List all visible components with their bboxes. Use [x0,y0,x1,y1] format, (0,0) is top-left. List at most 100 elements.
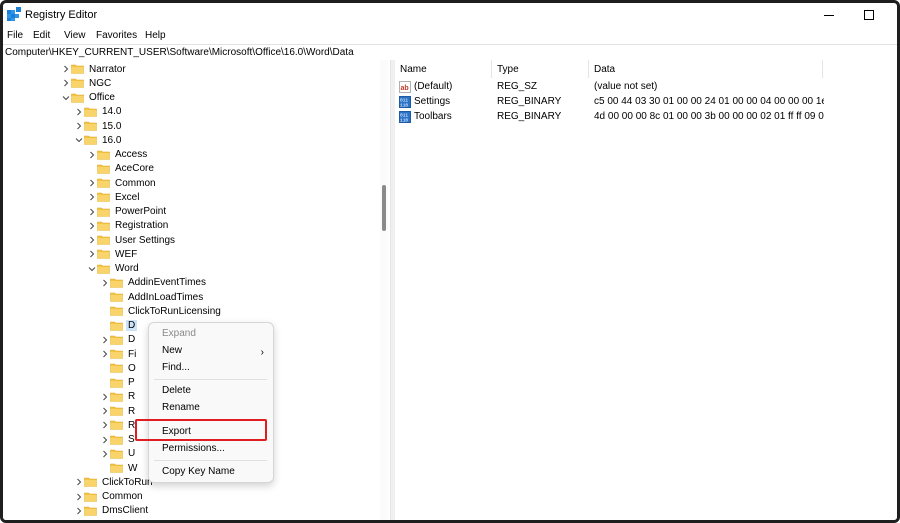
tree-item[interactable]: NGC [60,76,113,90]
folder-icon [110,378,123,388]
chevron-right-icon[interactable] [99,418,110,432]
value-data: c5 00 44 03 30 01 00 00 24 01 00 00 04 0… [594,96,824,107]
tree-item[interactable]: WEF [86,247,139,261]
chevron-right-icon[interactable] [86,233,97,247]
tree-item[interactable]: D [99,333,137,347]
tree-item[interactable]: User Settings [86,233,177,247]
chevron-right-icon[interactable] [99,447,110,461]
column-header-type[interactable]: Type [492,60,589,78]
tree-item-label: Common [102,491,143,502]
value-row-toolbars[interactable]: 011 110 Toolbars REG_BINARY 4d 00 00 00 8… [395,110,895,125]
chevron-right-icon[interactable] [86,219,97,233]
tree-item[interactable]: Common [73,490,145,504]
chevron-right-icon[interactable] [86,176,97,190]
values-pane[interactable]: Name Type Data ab (Default) REG_SZ (valu… [395,60,897,520]
folder-icon [110,306,123,317]
tree-item-label: Word [115,263,139,274]
chevron-right-icon[interactable] [99,404,110,418]
context-menu-rename[interactable]: Rename [162,402,200,413]
tree-item[interactable]: ClickToRun [73,475,155,489]
folder-icon [84,492,97,502]
tree-item[interactable]: Registration [86,219,170,233]
maximize-button[interactable] [849,3,889,27]
address-path[interactable]: Computer\HKEY_CURRENT_USER\Software\Micr… [5,47,354,58]
chevron-right-icon[interactable] [86,190,97,204]
tree-item[interactable]: ClickToRunLicensing [99,304,223,318]
context-menu-find[interactable]: Find... [162,362,190,373]
value-name: (Default) [414,81,453,92]
chevron-right-icon[interactable] [73,504,84,518]
folder-icon [110,292,123,302]
column-header-name[interactable]: Name [395,60,492,78]
chevron-right-icon[interactable] [86,148,97,162]
chevron-right-icon[interactable] [86,205,97,219]
tree-item[interactable]: Word [86,262,141,276]
tree-item-label: D [126,320,138,331]
menu-file[interactable]: File [7,30,23,41]
chevron-right-icon[interactable] [73,105,84,119]
tree-item[interactable]: Excel [86,190,141,204]
context-menu-delete[interactable]: Delete [162,385,191,396]
chevron-right-icon[interactable] [60,76,71,90]
folder-icon [97,164,110,174]
menu-favorites[interactable]: Favorites [96,30,137,41]
chevron-right-icon[interactable] [99,333,110,347]
menu-edit[interactable]: Edit [33,30,50,41]
tree-item[interactable]: Narrator [60,62,128,76]
context-menu-new[interactable]: New [162,345,182,356]
folder-icon [110,278,123,288]
tree-item-label: DmsClient [102,505,149,517]
tree-item[interactable]: PowerPoint [86,205,168,219]
tree-item[interactable]: R [99,418,137,432]
value-row-settings[interactable]: 011 110 Settings REG_BINARY c5 00 44 03 3… [395,95,895,110]
chevron-right-icon[interactable] [99,276,110,290]
context-menu-copy-key-name[interactable]: Copy Key Name [162,466,235,477]
tree-item[interactable]: 16.0 [73,133,123,147]
column-header-data[interactable]: Data [589,60,823,78]
tree-item[interactable]: P [99,376,137,390]
tree-scroll-thumb[interactable] [382,185,386,231]
tree-item[interactable]: Office [60,91,117,105]
value-row-default[interactable]: ab (Default) REG_SZ (value not set) [395,80,895,95]
chevron-right-icon[interactable] [99,347,110,361]
tree-item[interactable]: AddInLoadTimes [99,290,205,304]
tree-item[interactable]: 15.0 [73,119,123,133]
chevron-right-icon[interactable] [73,490,84,504]
context-menu-permissions[interactable]: Permissions... [162,443,225,454]
tree-item[interactable]: D [99,319,138,333]
tree-item[interactable]: Access [86,148,149,162]
chevron-right-icon[interactable] [99,390,110,404]
menu-view[interactable]: View [64,30,86,41]
tree-item[interactable]: U [99,447,137,461]
binary-value-icon: 011 110 [399,96,411,109]
tree-scrollbar[interactable] [380,60,388,520]
tree-item[interactable]: AddinEventTimes [99,276,208,290]
menu-help[interactable]: Help [145,30,166,41]
tree-item[interactable]: S [99,433,137,447]
chevron-right-icon[interactable] [99,433,110,447]
folder-icon [97,207,110,217]
tree-item[interactable]: 14.0 [73,105,123,119]
chevron-right-icon[interactable] [73,119,84,133]
tree-item[interactable]: R [99,390,137,404]
tree-item[interactable]: R [99,404,137,418]
tree-item[interactable]: W [99,461,139,475]
tree-item[interactable]: O [99,361,138,375]
chevron-down-icon[interactable] [60,91,71,105]
tree-item-label: O [128,362,136,374]
tree-item-label: NGC [89,77,112,89]
minimize-button[interactable] [809,3,849,27]
tree-item[interactable]: DmsClient [73,504,150,518]
tree-item[interactable]: Fi [99,347,138,361]
tree-item-label: Narrator [89,63,126,75]
chevron-down-icon[interactable] [73,133,84,147]
tree-item-label: D [128,334,136,346]
chevron-right-icon[interactable] [86,247,97,261]
chevron-right-icon[interactable] [60,62,71,76]
tree-item[interactable]: Common [86,176,158,190]
context-menu-expand[interactable]: Expand [162,328,196,339]
tree-item[interactable]: AceCore [86,162,156,176]
window-title: Registry Editor [25,9,98,21]
chevron-right-icon[interactable] [73,475,84,489]
chevron-down-icon[interactable] [86,262,97,276]
